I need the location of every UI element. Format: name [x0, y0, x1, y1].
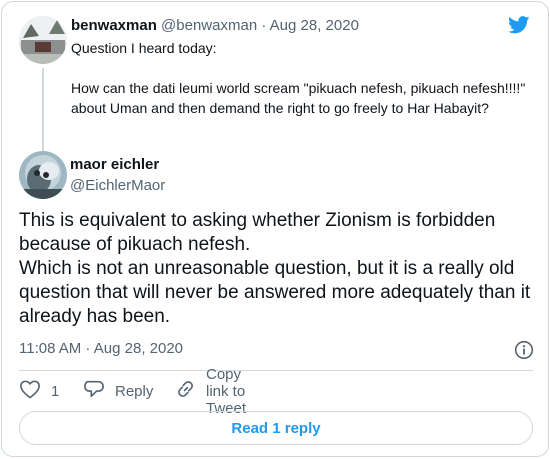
parent-avatar[interactable] [19, 16, 67, 64]
tweet-time[interactable]: 11:08 AM [19, 340, 81, 357]
heart-icon [19, 379, 51, 403]
author-avatar[interactable] [19, 151, 67, 199]
parent-tweet-header: benwaxman @benwaxman · Aug 28, 2020 [71, 16, 529, 36]
parent-separator: · [257, 17, 270, 34]
parent-handle[interactable]: @benwaxman [161, 17, 257, 34]
author-display-name[interactable]: maor eichler [70, 156, 159, 173]
parent-tweet-body: benwaxman @benwaxman · Aug 28, 2020 Ques… [71, 16, 529, 118]
read-replies-button[interactable]: Read 1 reply [19, 411, 533, 445]
tweet-meta-separator: · [81, 340, 94, 357]
action-divider [19, 370, 533, 371]
main-tweet-author[interactable]: maor eichler @EichlerMaor [19, 151, 499, 201]
like-count: 1 [51, 382, 60, 400]
copy-link-label: Copy link to Tweet [206, 365, 247, 417]
tweet-text: This is equivalent to asking whether Zio… [19, 210, 531, 327]
like-button[interactable]: 1 [19, 379, 59, 403]
tweet-date[interactable]: Aug 28, 2020 [94, 340, 183, 357]
link-icon [176, 379, 206, 403]
parent-date[interactable]: Aug 28, 2020 [270, 17, 359, 34]
tweet-timestamp[interactable]: 11:08 AM · Aug 28, 2020 [19, 340, 534, 360]
parent-tweet-text: Question I heard today: How can the dati… [71, 40, 526, 116]
speech-bubble-icon [83, 379, 115, 403]
author-handle[interactable]: @EichlerMaor [70, 177, 165, 194]
reply-button[interactable]: Reply [83, 379, 153, 403]
parent-display-name[interactable]: benwaxman [71, 17, 157, 34]
reply-label: Reply [115, 382, 154, 400]
copy-link-button[interactable]: Copy link to Tweet [176, 366, 246, 417]
thread-connector-line [42, 68, 44, 160]
embedded-tweet-card: benwaxman @benwaxman · Aug 28, 2020 Ques… [1, 1, 549, 457]
info-icon[interactable] [514, 340, 534, 364]
